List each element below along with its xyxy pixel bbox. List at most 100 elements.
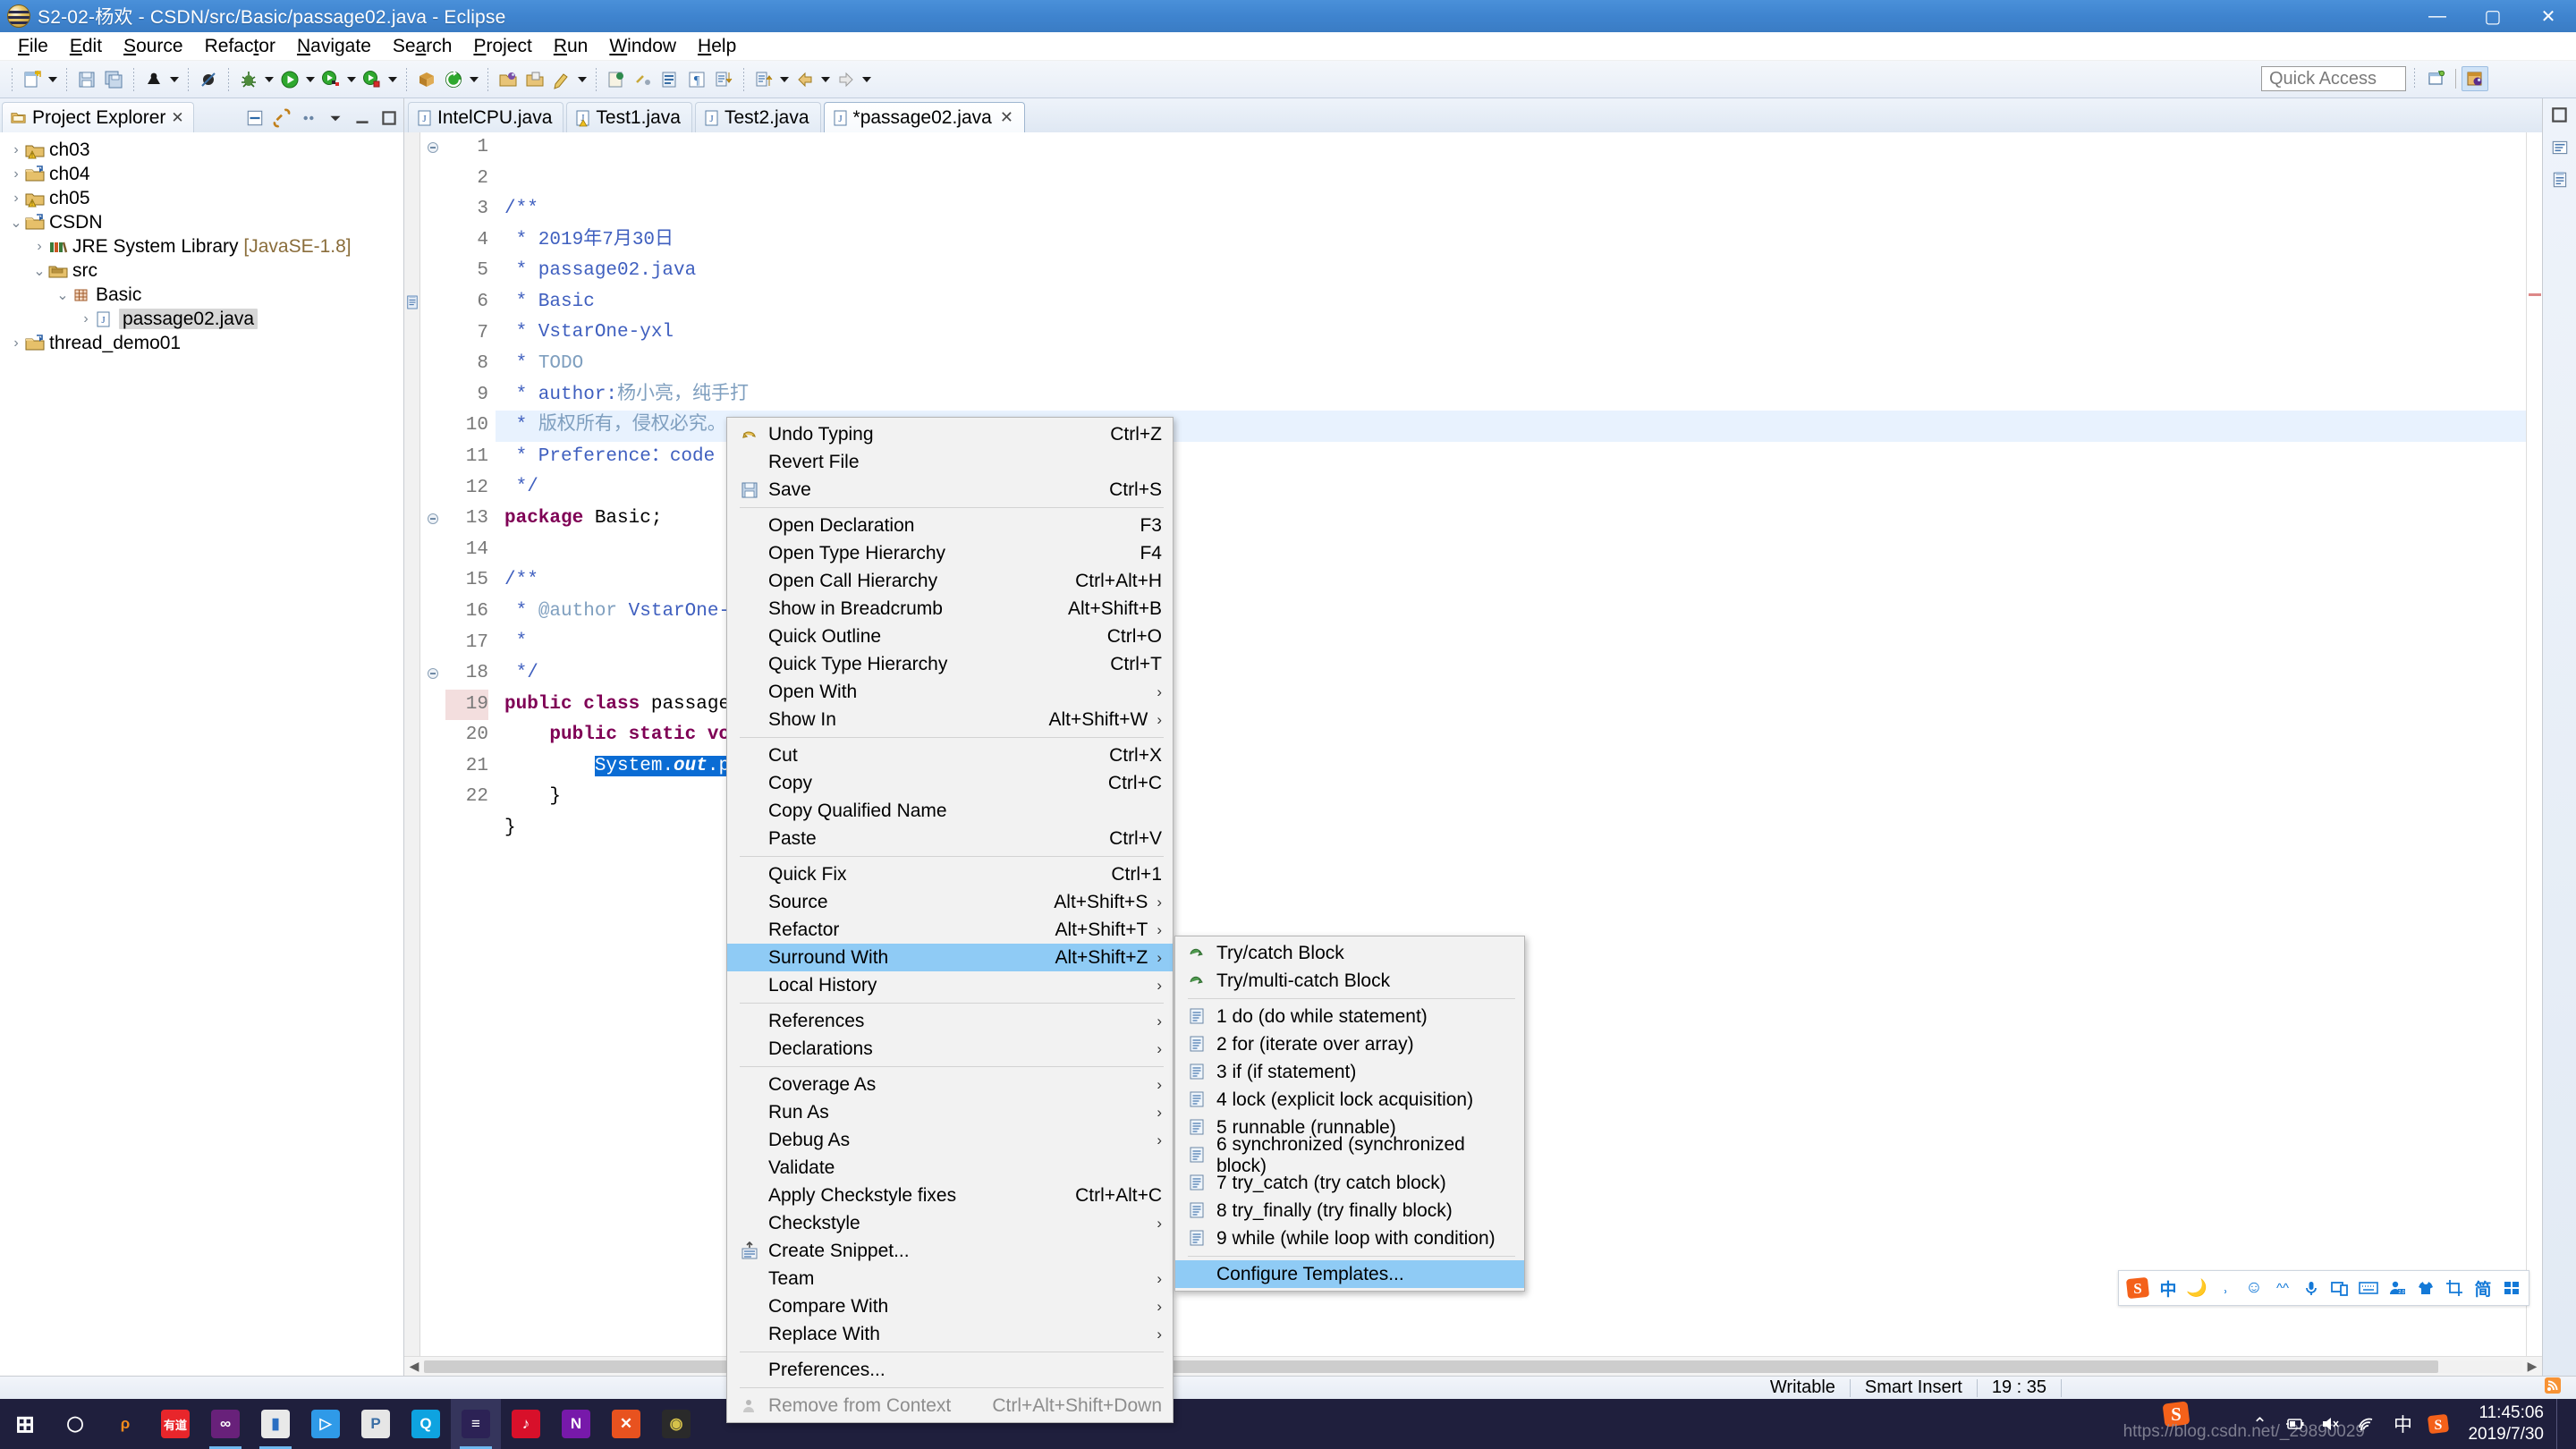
toolbar-search-button[interactable] [548,66,575,93]
chevron-down-icon[interactable] [386,66,400,93]
surround-with-submenu[interactable]: Try/catch Block Try/multi-catch Block 1 do… [1174,936,1525,1292]
menu-item-surround-with[interactable]: Surround With Alt+Shift+Z › [727,944,1173,971]
view-dropdown-icon[interactable] [325,107,346,129]
taskbar-search-everything[interactable]: ρ [100,1399,150,1449]
toolbar-run-button[interactable] [276,66,303,93]
tab-project-explorer[interactable]: Project Explorer ✕ [2,102,194,132]
menu-help[interactable]: Help [687,33,747,60]
fold-toggle-icon[interactable] [420,504,445,535]
toolbar-skip-breakpoints-button[interactable] [195,66,222,93]
taskbar-onenote[interactable]: N [551,1399,601,1449]
marker-ruler[interactable] [404,132,420,1356]
menu-file[interactable]: File [7,33,59,60]
chevron-down-icon[interactable] [777,66,792,93]
menu-item-open-call-hierarchy[interactable]: Open Call Hierarchy Ctrl+Alt+H [727,567,1173,595]
toolbar-coverage-button[interactable] [359,66,386,93]
collapse-all-icon[interactable] [244,107,266,129]
menu-item-show-in[interactable]: Show In Alt+Shift+W › [727,706,1173,733]
code-line[interactable]: * author:杨小亮，纯手打 [504,380,2526,411]
menu-item-2-for-iterate-over-array[interactable]: 2 for (iterate over array) [1175,1030,1524,1058]
toolbar-open-type-button[interactable] [495,66,521,93]
folding-gutter[interactable] [420,132,445,1356]
menu-item-refactor[interactable]: Refactor Alt+Shift+T › [727,916,1173,944]
screen-translate-icon[interactable] [2328,1276,2351,1300]
toolbar-new-wizard-button[interactable] [19,66,46,93]
task-list-view-icon[interactable] [2548,168,2572,191]
code-line[interactable]: * VstarOne-yxl [504,318,2526,349]
menu-item-quick-fix[interactable]: Quick Fix Ctrl+1 [727,860,1173,888]
chevron-right-icon[interactable]: › [7,166,25,182]
chevron-down-icon[interactable] [262,66,276,93]
menu-item-save[interactable]: Save Ctrl+S [727,476,1173,504]
chevron-right-icon[interactable]: › [77,311,95,327]
menu-item-debug-as[interactable]: Debug As › [727,1126,1173,1154]
code-line[interactable]: * passage02.java [504,256,2526,287]
chevron-right-icon[interactable]: › [7,191,25,207]
project-tree[interactable]: ›! ch03 › ch04 ›! ch05 ⌄ CSDN › JRE System Librar… [0,132,403,1376]
open-perspective-button[interactable] [2423,66,2450,91]
chinese-mode-icon[interactable]: 中 [2157,1276,2180,1300]
menu-item-revert-file[interactable]: Revert File [727,448,1173,476]
close-icon[interactable]: ✕ [1000,108,1013,127]
java-perspective-button[interactable] [2462,66,2488,91]
menu-item-validate[interactable]: Validate [727,1154,1173,1182]
chevron-down-icon[interactable] [46,66,60,93]
menu-item-4-lock-explicit-lock-acquisition[interactable]: 4 lock (explicit lock acquisition) [1175,1086,1524,1114]
chevron-right-icon[interactable]: › [7,335,25,352]
menu-item-7-try-catch-try-catch-block[interactable]: 7 try_catch (try catch block) [1175,1169,1524,1197]
taskbar-python-idle[interactable]: P [351,1399,401,1449]
show-desktop-button[interactable] [2556,1399,2569,1449]
menu-run[interactable]: Run [543,33,599,60]
menu-item-9-while-while-loop-with-condition[interactable]: 9 while (while loop with condition) [1175,1224,1524,1252]
chevron-down-icon[interactable] [167,66,182,93]
menu-item-show-in-breadcrumb[interactable]: Show in Breadcrumb Alt+Shift+B [727,595,1173,623]
taskbar-other-app[interactable]: ◉ [651,1399,701,1449]
taskbar-eclipse-ide[interactable]: ≡ [451,1399,501,1449]
link-with-editor-icon[interactable] [271,107,292,129]
code-line[interactable]: * TODO [504,349,2526,380]
toolbar-debug-button[interactable] [235,66,262,93]
tree-item-basic[interactable]: ⌄ Basic [0,283,403,307]
apps-grid-icon[interactable] [2500,1276,2523,1300]
microphone-icon[interactable] [2300,1276,2323,1300]
rss-feed-icon[interactable] [2544,1377,2562,1400]
menu-item-apply-checkstyle-fixes[interactable]: Apply Checkstyle fixes Ctrl+Alt+C [727,1182,1173,1209]
menu-item-quick-outline[interactable]: Quick Outline Ctrl+O [727,623,1173,650]
code-line[interactable]: * 2019年7月30日 [504,225,2526,257]
taskbar-netease-music[interactable]: ♪ [501,1399,551,1449]
menu-item-quick-type-hierarchy[interactable]: Quick Type Hierarchy Ctrl+T [727,650,1173,678]
tree-item-ch03[interactable]: ›! ch03 [0,138,403,162]
ime-mode-indicator[interactable]: 中 [2391,1412,2414,1436]
maximize-view-icon[interactable] [378,107,400,129]
menu-item-6-synchronized-synchronized-block[interactable]: 6 synchronized (synchronized block) [1175,1134,1524,1176]
chevron-down-icon[interactable] [575,66,589,93]
menu-item-coverage-as[interactable]: Coverage As › [727,1071,1173,1098]
minimize-view-icon[interactable] [352,107,373,129]
taskbar-cortana-button[interactable]: ◯ [50,1399,100,1449]
menu-item-3-if-if-statement[interactable]: 3 if (if statement) [1175,1058,1524,1086]
sogou-logo-icon[interactable]: S [2124,1275,2151,1301]
menu-item-8-try-finally-try-finally-block[interactable]: 8 try_finally (try finally block) [1175,1197,1524,1224]
editor-tab-test2java[interactable]: J Test2.java [694,102,821,132]
menu-item-checkstyle[interactable]: Checkstyle › [727,1209,1173,1237]
screenshot-icon[interactable] [2443,1276,2466,1300]
taskbar-xmind[interactable]: ✕ [601,1399,651,1449]
menu-refactor[interactable]: Refactor [194,33,286,60]
menu-item-1-do-do-while-statement[interactable]: 1 do (do while statement) [1175,1003,1524,1030]
chevron-down-icon[interactable] [303,66,318,93]
punctuation-icon[interactable]: ˒ [2214,1276,2237,1300]
skin-icon[interactable] [2414,1276,2437,1300]
menu-item-try-multi-catch-block[interactable]: Try/multi-catch Block [1175,967,1524,995]
quick-access-input[interactable]: Quick Access [2261,66,2406,91]
editor-tab-intelcpujava[interactable]: J IntelCPU.java [408,102,564,132]
fold-toggle-icon[interactable] [420,658,445,690]
taskbar-youdao-dict[interactable]: 有道 [150,1399,200,1449]
chevron-down-icon[interactable]: ⌄ [54,286,72,304]
emoji-icon[interactable]: ☺ [2242,1276,2266,1300]
menu-project[interactable]: Project [462,33,542,60]
keyboard-icon[interactable] [2357,1276,2380,1300]
toolbar-save-button[interactable] [73,66,100,93]
menu-item-open-declaration[interactable]: Open Declaration F3 [727,512,1173,539]
menu-source[interactable]: Source [113,33,194,60]
menu-search[interactable]: Search [382,33,463,60]
